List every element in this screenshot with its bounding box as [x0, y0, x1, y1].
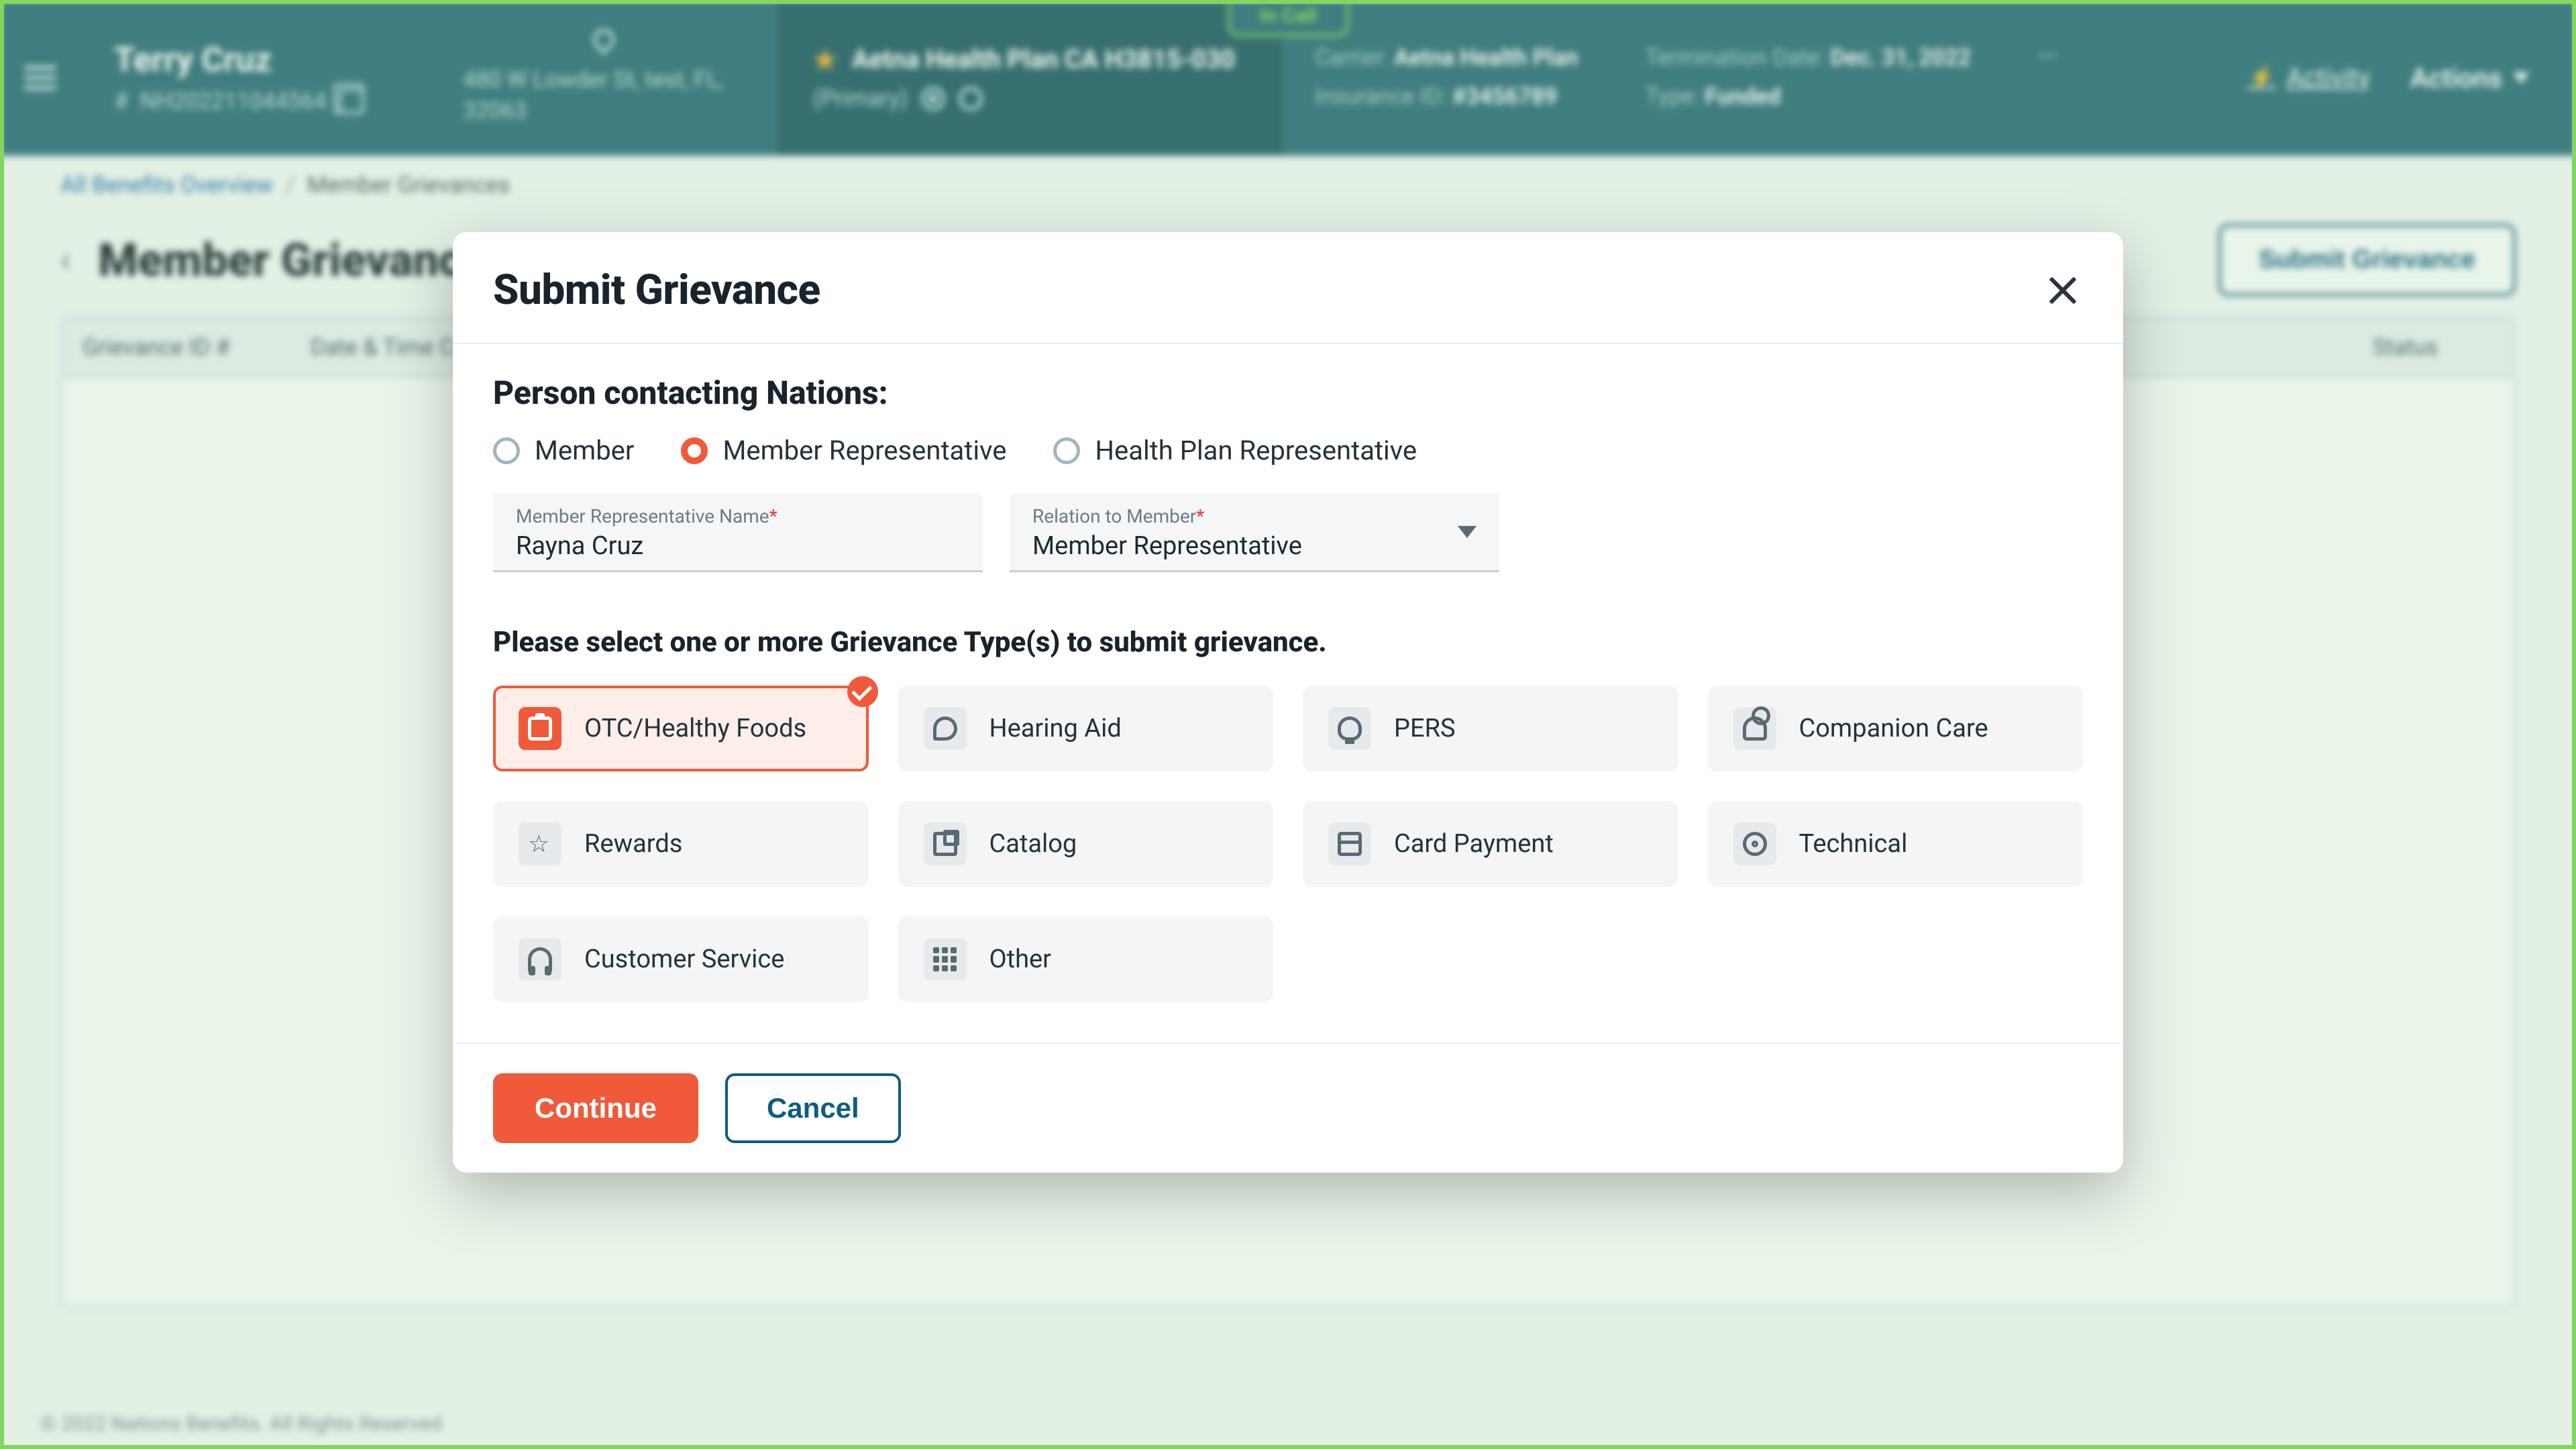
grievance-type-other[interactable]: Other — [898, 916, 1274, 1002]
grievance-type-label: OTC/Healthy Foods — [584, 714, 806, 743]
grievance-type-rewards[interactable]: ☆ Rewards — [493, 801, 869, 887]
headset-icon — [519, 938, 561, 981]
star5-icon: ☆ — [519, 822, 561, 865]
contact-type-radios: Member Member Representative Health Plan… — [493, 435, 2083, 466]
relation-label: Relation to Member* — [1032, 505, 1477, 527]
grievance-type-companion[interactable]: Companion Care — [1708, 686, 2084, 771]
rep-name-field[interactable]: Member Representative Name* Rayna Cruz — [493, 493, 983, 572]
grievance-type-label: Card Payment — [1394, 829, 1554, 859]
continue-button[interactable]: Continue — [493, 1073, 698, 1143]
chevron-down-icon — [1458, 526, 1477, 538]
grievance-type-label: Customer Service — [584, 945, 784, 974]
grievance-type-grid: OTC/Healthy Foods Hearing Aid PERS Companio… — [493, 686, 2083, 1002]
modal-title: Submit Grievance — [493, 266, 820, 315]
card-icon — [1328, 822, 1371, 865]
radio-icon — [681, 437, 708, 464]
close-button[interactable] — [2043, 270, 2083, 311]
radio-icon — [493, 437, 520, 464]
radio-member[interactable]: Member — [493, 435, 634, 466]
selected-check-icon — [847, 676, 878, 707]
book-icon — [924, 822, 967, 865]
ear-icon — [924, 707, 967, 750]
grievance-type-label: Hearing Aid — [989, 714, 1122, 743]
grievance-type-label: PERS — [1394, 714, 1456, 743]
grievance-type-otc[interactable]: OTC/Healthy Foods — [493, 686, 869, 771]
grievance-type-label: Technical — [1799, 829, 1908, 859]
grievance-type-instruction: Please select one or more Grievance Type… — [493, 626, 2083, 659]
rep-name-label: Member Representative Name* — [516, 505, 960, 527]
jar-icon — [519, 707, 561, 750]
radio-icon — [1053, 437, 1080, 464]
rep-name-value: Rayna Cruz — [516, 531, 960, 561]
grievance-type-label: Other — [989, 945, 1052, 974]
grievance-type-hearing[interactable]: Hearing Aid — [898, 686, 1274, 771]
grievance-type-label: Rewards — [584, 829, 682, 859]
people-icon — [1733, 707, 1776, 750]
grievance-type-card[interactable]: Card Payment — [1303, 801, 1678, 887]
radio-member-representative[interactable]: Member Representative — [681, 435, 1006, 466]
cancel-button[interactable]: Cancel — [725, 1073, 901, 1143]
grievance-type-pers[interactable]: PERS — [1303, 686, 1678, 771]
submit-grievance-modal: Submit Grievance Person contacting Natio… — [453, 232, 2123, 1173]
grievance-type-catalog[interactable]: Catalog — [898, 801, 1274, 887]
grievance-type-label: Companion Care — [1799, 714, 1988, 743]
grievance-type-technical[interactable]: Technical — [1708, 801, 2084, 887]
contacting-section-title: Person contacting Nations: — [493, 374, 2083, 412]
grievance-type-cs[interactable]: Customer Service — [493, 916, 869, 1002]
relation-field[interactable]: Relation to Member* Member Representativ… — [1010, 493, 1499, 572]
bulb-icon — [1328, 707, 1371, 750]
modal-overlay: Submit Grievance Person contacting Natio… — [0, 0, 2576, 1449]
radio-health-plan-representative[interactable]: Health Plan Representative — [1053, 435, 1417, 466]
relation-value: Member Representative — [1032, 531, 1477, 561]
dots-icon — [924, 938, 967, 981]
grievance-type-label: Catalog — [989, 829, 1077, 859]
gear-icon — [1733, 822, 1776, 865]
